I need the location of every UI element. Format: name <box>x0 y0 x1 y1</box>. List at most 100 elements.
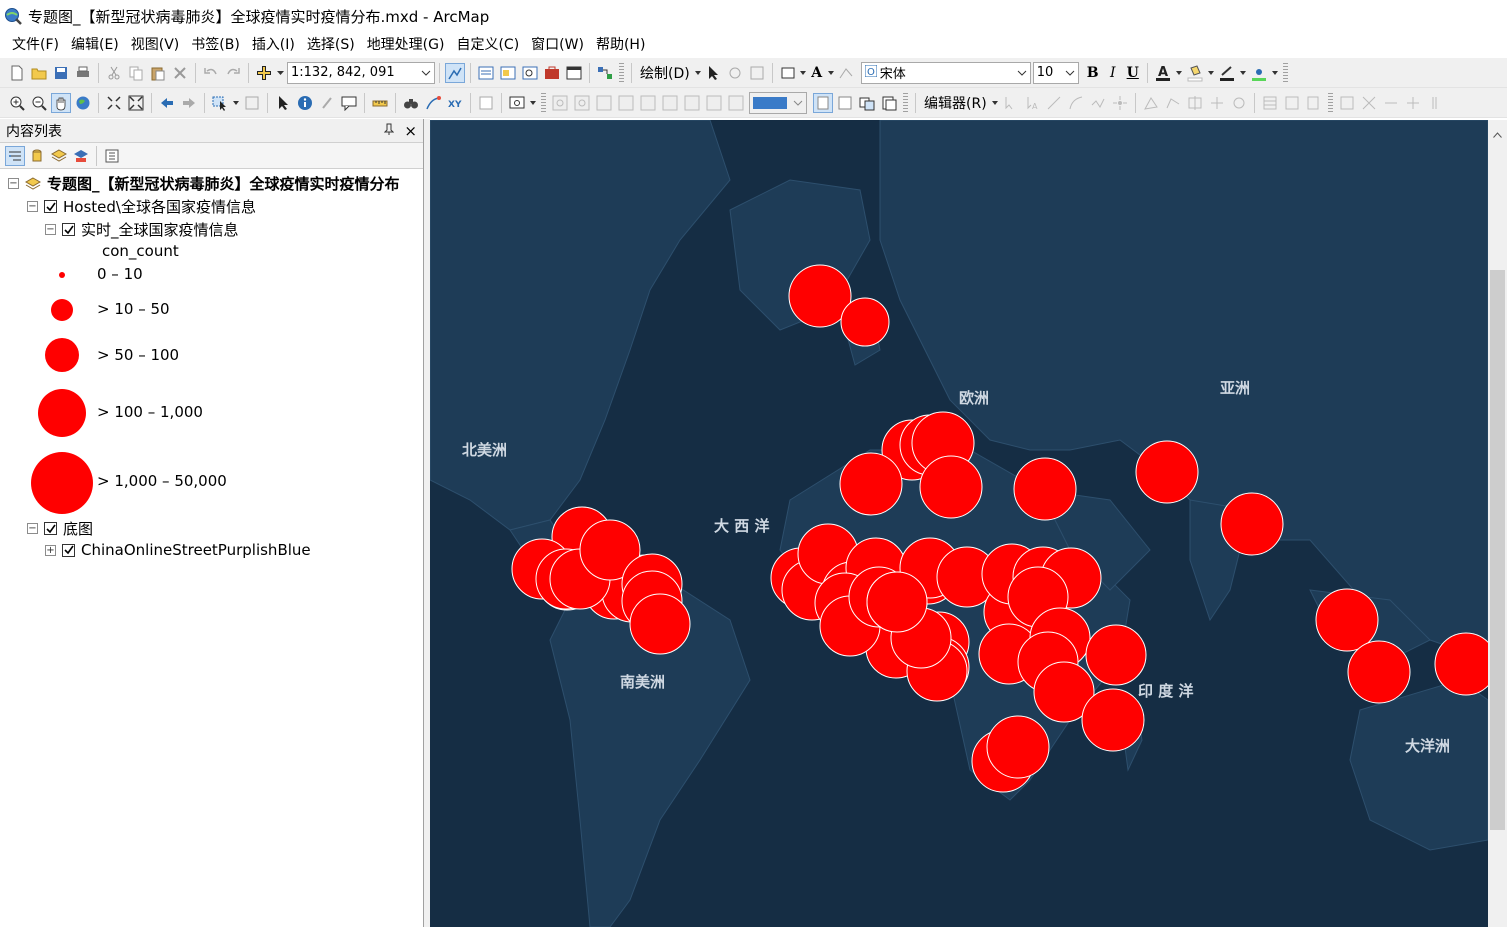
editor-menu-button[interactable]: 编辑器(R) <box>920 93 991 113</box>
go-to-xy-icon[interactable]: XY <box>445 93 465 113</box>
hyperlink-icon[interactable] <box>317 93 337 113</box>
open-folder-icon[interactable] <box>29 63 49 83</box>
rectangle-draw-icon[interactable] <box>778 63 798 83</box>
fill-color-icon[interactable] <box>1185 63 1205 83</box>
advanced-edit-icon[interactable] <box>1381 93 1401 113</box>
sketch-properties-icon[interactable] <box>1282 93 1302 113</box>
expand-toggle[interactable]: + <box>45 544 56 556</box>
country-case-point[interactable] <box>629 593 691 655</box>
rotate-icon[interactable] <box>725 63 745 83</box>
country-case-point[interactable] <box>986 715 1050 779</box>
table-of-contents-icon[interactable] <box>476 63 496 83</box>
pan-hand-icon[interactable] <box>51 92 71 113</box>
pin-icon[interactable] <box>384 123 395 139</box>
zoom-out-icon[interactable] <box>29 93 49 113</box>
country-case-point[interactable] <box>839 452 903 516</box>
marker-color-icon[interactable] <box>1249 63 1269 83</box>
layout-pan-icon[interactable] <box>594 93 614 113</box>
cut-icon[interactable] <box>104 63 124 83</box>
save-icon[interactable] <box>51 63 71 83</box>
collapse-toggle[interactable]: − <box>27 523 38 534</box>
menu-windows[interactable]: 窗口(W) <box>525 34 590 56</box>
chevron-down-icon[interactable] <box>1207 63 1215 83</box>
underline-button[interactable]: U <box>1123 65 1143 81</box>
select-features-icon[interactable] <box>210 93 230 113</box>
cut-polygons-icon[interactable] <box>1185 93 1205 113</box>
add-data-icon[interactable] <box>254 63 274 83</box>
go-back-icon[interactable] <box>157 93 177 113</box>
select-elements-icon[interactable] <box>703 63 723 83</box>
menu-edit[interactable]: 编辑(E) <box>65 34 125 56</box>
zoom-to-selected-elements-icon[interactable] <box>747 63 767 83</box>
layout-fixed-zoom-in-icon[interactable] <box>660 93 680 113</box>
chevron-down-icon[interactable] <box>827 63 834 83</box>
menu-customize[interactable]: 自定义(C) <box>450 34 525 56</box>
list-by-selection-icon[interactable] <box>71 146 91 166</box>
scrollbar-thumb[interactable] <box>1490 270 1505 830</box>
toolbar-grip[interactable] <box>1282 62 1288 83</box>
italic-button[interactable]: I <box>1103 65 1123 81</box>
menu-view[interactable]: 视图(V) <box>125 34 186 56</box>
find-binoculars-icon[interactable] <box>401 93 421 113</box>
collapse-toggle[interactable]: − <box>8 178 19 189</box>
search-window-icon[interactable] <box>520 63 540 83</box>
layer-visibility-checkbox[interactable] <box>44 522 57 535</box>
country-case-point[interactable] <box>1085 624 1147 686</box>
chevron-down-icon[interactable] <box>232 93 240 113</box>
focus-data-frame-icon[interactable] <box>835 93 855 113</box>
layer-visibility-checkbox[interactable] <box>44 200 57 213</box>
editor-toolbar-toggle-icon[interactable] <box>445 62 465 83</box>
list-by-source-icon[interactable] <box>27 146 47 166</box>
create-features-icon[interactable] <box>1304 93 1324 113</box>
bold-button[interactable]: B <box>1083 65 1103 81</box>
print-icon[interactable] <box>73 63 93 83</box>
chevron-down-icon[interactable] <box>694 63 701 83</box>
toolbar-grip[interactable] <box>541 92 546 113</box>
data-frame-node[interactable]: − 专题图_【新型冠状病毒肺炎】全球疫情实时疫情分布 <box>8 173 400 194</box>
toolbar-grip[interactable] <box>1327 92 1333 113</box>
change-layout-icon[interactable] <box>857 93 877 113</box>
toolbar-grip[interactable] <box>619 62 624 83</box>
layer-visibility-checkbox[interactable] <box>62 543 75 557</box>
copy-icon[interactable] <box>126 63 146 83</box>
undo-icon[interactable] <box>201 63 221 83</box>
menu-bookmarks[interactable]: 书签(B) <box>185 34 246 56</box>
layout-zoom-100-icon[interactable] <box>638 93 658 113</box>
measure-icon[interactable] <box>370 93 390 113</box>
grip-end-icon[interactable] <box>1425 93 1445 113</box>
go-forward-icon[interactable] <box>179 93 199 113</box>
map-scale-combo[interactable]: 1:132, 842, 091 <box>287 61 435 84</box>
zoom-in-icon[interactable] <box>7 93 27 113</box>
map-vertical-scrollbar[interactable] <box>1488 120 1507 927</box>
collapse-toggle[interactable]: − <box>27 201 38 212</box>
rotate-tool-icon[interactable] <box>1229 93 1249 113</box>
menu-insert[interactable]: 插入(I) <box>246 34 301 56</box>
country-case-point[interactable] <box>840 297 890 347</box>
data-driven-pages-icon[interactable] <box>879 93 899 113</box>
chevron-down-icon[interactable] <box>529 93 537 113</box>
reshape-feature-icon[interactable] <box>1163 93 1183 113</box>
arctoolbox-icon[interactable] <box>542 63 562 83</box>
country-case-point[interactable] <box>1081 688 1145 752</box>
country-case-point[interactable] <box>1315 588 1379 652</box>
georef-icon[interactable] <box>1337 93 1357 113</box>
menu-geoprocessing[interactable]: 地理处理(G) <box>361 34 451 56</box>
time-slider-icon[interactable] <box>476 93 496 113</box>
menu-help[interactable]: 帮助(H) <box>590 34 651 56</box>
map-canvas[interactable]: 北美洲 欧洲 亚洲 大 西 洋 南美洲 印 度 洋 大洋洲 <box>430 120 1488 927</box>
catalog-icon[interactable] <box>498 63 518 83</box>
paste-icon[interactable] <box>148 63 168 83</box>
edit-vertices-tool-icon[interactable] <box>1141 93 1161 113</box>
fixed-zoom-out-icon[interactable] <box>126 93 146 113</box>
layout-full-page-icon[interactable] <box>616 93 636 113</box>
font-size-combo[interactable]: 10 <box>1032 61 1079 84</box>
list-by-drawing-order-icon[interactable] <box>5 145 25 166</box>
country-case-point[interactable] <box>1220 492 1284 556</box>
new-document-icon[interactable] <box>7 63 27 83</box>
edit-vertices-icon[interactable] <box>836 63 856 83</box>
model-builder-icon[interactable] <box>595 63 615 83</box>
map-view[interactable]: 北美洲 欧洲 亚洲 大 西 洋 南美洲 印 度 洋 大洋洲 <box>430 120 1488 927</box>
list-by-visibility-icon[interactable] <box>49 146 69 166</box>
layout-zoom-in-icon[interactable] <box>550 93 570 113</box>
redo-icon[interactable] <box>223 63 243 83</box>
